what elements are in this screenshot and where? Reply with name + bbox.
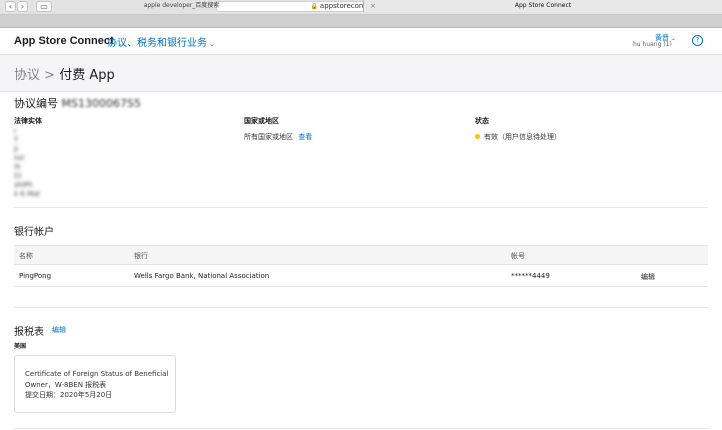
tax-form-name: Certificate of Foreign Status of Benefic… — [25, 370, 169, 378]
account-number: ******4449 — [511, 272, 550, 280]
agreement-number-label: 协议编号 — [14, 97, 58, 110]
page-title: 付费 App — [59, 68, 115, 83]
agreement-number: MS1300067S5 — [61, 97, 141, 110]
section-menu-label: 协议、税务和银行业务 — [107, 38, 207, 49]
tab-app-store-connect[interactable]: × App Store Connect — [363, 0, 722, 12]
view-regions-link[interactable]: 查看 — [298, 133, 312, 141]
column-header-bank: 银行 — [134, 252, 148, 260]
status-value: 有效（用户信息待处理） — [484, 133, 561, 141]
divider — [14, 307, 708, 308]
status-dot-icon — [475, 134, 480, 139]
region-value: 所有国家或地区 查看 — [244, 133, 313, 141]
divider — [14, 207, 708, 208]
status-label: 状态 — [475, 117, 489, 125]
user-account: hu huang (1) — [633, 41, 672, 48]
column-header-name: 名称 — [19, 252, 33, 260]
breadcrumb-parent[interactable]: 协议 — [14, 68, 40, 83]
tax-form-date: 提交日期：2020年5月20日 — [25, 391, 113, 399]
tab-label: apple developer_百度搜索 — [143, 2, 220, 9]
divider — [14, 428, 708, 429]
chevron-down-icon: ⌄ — [209, 40, 215, 48]
table-row — [14, 265, 708, 287]
section-menu[interactable]: 协议、税务和银行业务 ⌄ — [107, 34, 215, 49]
bank-name: Wells Fargo Bank, National Association — [134, 272, 270, 280]
tax-forms-title: 报税表 — [14, 327, 44, 338]
bank-table-header — [14, 245, 708, 265]
region-label: 国家或地区 — [244, 117, 279, 125]
brand-title[interactable]: App Store Connect — [14, 35, 114, 47]
tab-bar — [0, 15, 722, 28]
tax-country: 美国 — [14, 343, 27, 350]
close-icon[interactable]: × — [370, 0, 376, 12]
breadcrumb: 协议 > 付费 App — [14, 64, 115, 83]
bank-account-name: PingPong — [19, 272, 52, 280]
column-header-account: 帐号 — [511, 252, 525, 260]
tab-label: App Store Connect — [514, 2, 572, 9]
legal-entity-value: i T Ji nsl ih Ct shiPh k 6 Mat — [14, 127, 41, 198]
help-icon[interactable]: ? — [692, 35, 703, 46]
bank-accounts-title: 银行帐户 — [14, 227, 54, 238]
breadcrumb-separator: > — [44, 68, 56, 83]
legal-entity-label: 法律实体 — [14, 117, 42, 125]
edit-bank-link[interactable]: 编辑 — [641, 272, 655, 282]
edit-tax-link[interactable]: 编辑 — [52, 325, 66, 335]
agreement-title: 协议编号 MS1300067S5 — [14, 95, 141, 111]
tab-baidu[interactable]: apple developer_百度搜索 — [0, 0, 363, 12]
tax-form-type: Owner，W-8BEN 报税表 — [25, 381, 107, 389]
